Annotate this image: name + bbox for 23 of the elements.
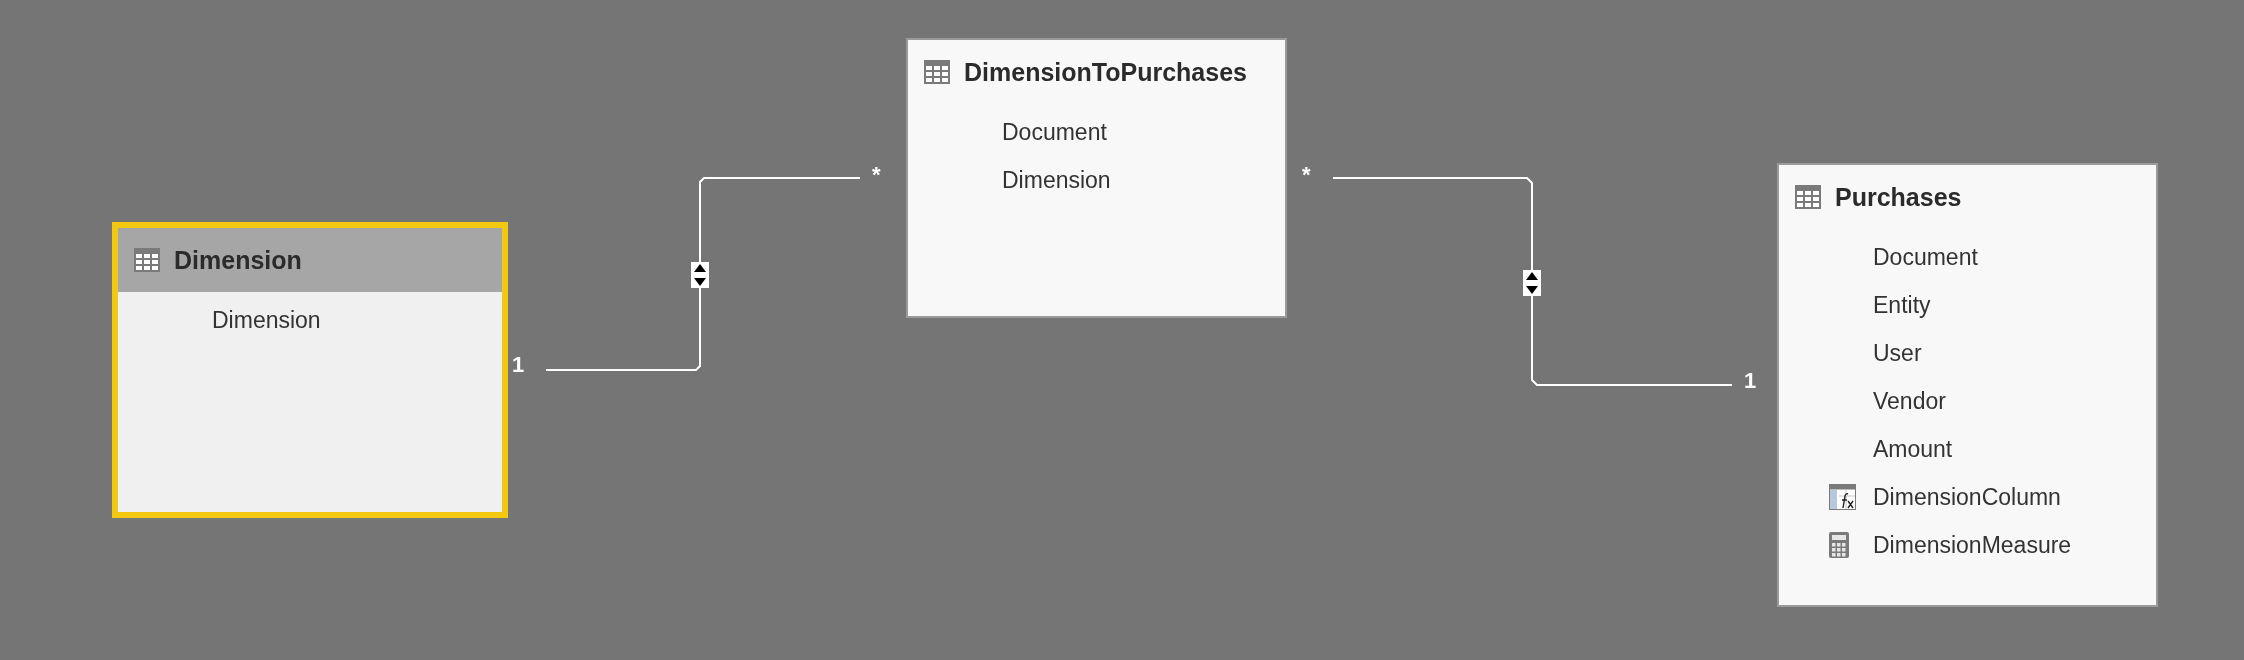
table-icon (924, 60, 950, 84)
column-name: Entity (1873, 291, 1931, 319)
relationship-line[interactable] (545, 177, 861, 371)
cardinality-label: 1 (1744, 368, 1757, 394)
column-name: Amount (1873, 435, 1953, 463)
cardinality-label: * (1302, 162, 1311, 188)
column-name: DimensionColumn (1873, 483, 2061, 511)
table-title: DimensionToPurchases (964, 57, 1247, 87)
cardinality-label: 1 (512, 352, 525, 378)
calculated-column-icon (1829, 484, 1857, 510)
column-name: Dimension (1002, 166, 1111, 194)
column-name: Document (1002, 118, 1107, 146)
column-name: DimensionMeasure (1873, 531, 2072, 559)
calculator-icon (1829, 532, 1849, 558)
table-icon (1795, 185, 1821, 209)
table-icon (134, 248, 160, 272)
column-name: User (1873, 339, 1922, 367)
cardinality-label: * (872, 162, 881, 188)
column-name: Vendor (1873, 387, 1946, 415)
table-title: Purchases (1835, 182, 1962, 212)
table-title: Dimension (174, 245, 302, 275)
column-name: Dimension (212, 306, 321, 334)
column-name: Document (1873, 243, 1978, 271)
